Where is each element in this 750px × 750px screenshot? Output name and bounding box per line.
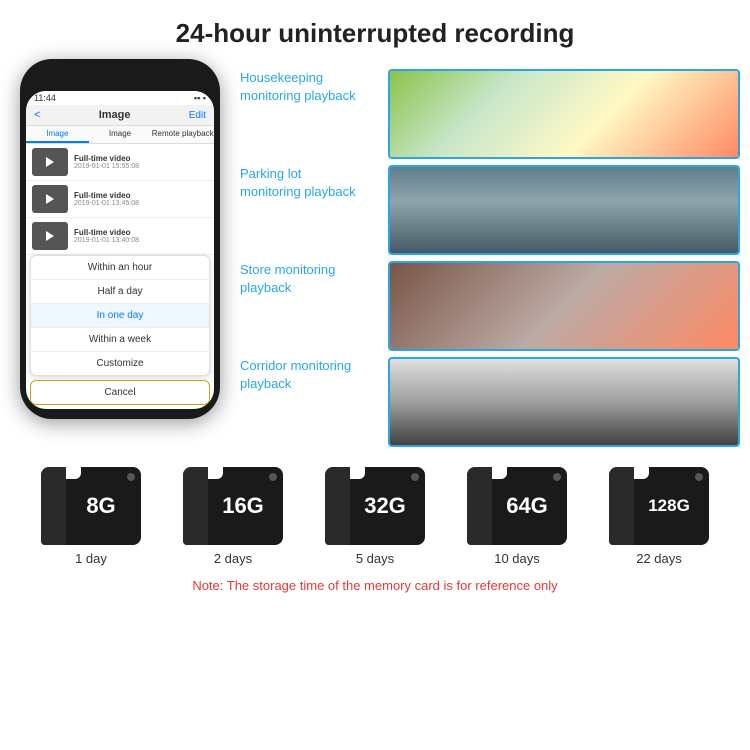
item-title-3: Full-time video: [74, 228, 208, 237]
page-header: 24-hour uninterrupted recording: [0, 0, 750, 59]
phone-dropdown: Within an hour Half a day In one day Wit…: [30, 255, 210, 376]
item-title-2: Full-time video: [74, 191, 208, 200]
dropdown-item-4[interactable]: Within a week: [31, 328, 209, 352]
sd-card-item-16g: 16G 2 days: [183, 467, 283, 566]
item-title-1: Full-time video: [74, 154, 208, 163]
phone-screen-title: Image: [99, 109, 131, 121]
monitoring-label-1: Housekeepingmonitoring playback: [240, 69, 380, 105]
sd-card-8g: 8G: [41, 467, 141, 545]
sd-notch-32g: [350, 467, 365, 479]
phone-tab-remote[interactable]: Remote playback: [151, 126, 214, 143]
sd-days-64g: 10 days: [494, 551, 540, 566]
dropdown-item-5[interactable]: Customize: [31, 352, 209, 375]
monitoring-img-3: [388, 261, 740, 351]
monitoring-label-text-4: Corridor monitoringplayback: [240, 358, 351, 391]
monitoring-img-2: [388, 165, 740, 255]
phone-list-item-1[interactable]: Full-time video 2019-01-01 15:55:08: [26, 144, 214, 181]
dropdown-item-2[interactable]: Half a day: [31, 280, 209, 304]
phone-tabs: Image Image Remote playback: [26, 126, 214, 144]
right-side: Housekeepingmonitoring playback Parking …: [240, 59, 740, 447]
monitoring-row-1: Housekeepingmonitoring playback: [240, 69, 740, 159]
sd-notch-16g: [208, 467, 223, 479]
phone-thumb-2: [32, 185, 68, 213]
sd-label-16g: 16G: [222, 493, 264, 519]
monitoring-label-3: Store monitoringplayback: [240, 261, 380, 297]
sd-cards-row: 8G 1 day 16G 2 days 32G 5 days 64G 10 da…: [20, 467, 730, 566]
sd-days-32g: 5 days: [356, 551, 394, 566]
sd-days-16g: 2 days: [214, 551, 252, 566]
item-date-2: 2019-01-01 13:45:08: [74, 200, 208, 207]
phone-list-item-2[interactable]: Full-time video 2019-01-01 13:45:08: [26, 181, 214, 218]
bottom-section: 8G 1 day 16G 2 days 32G 5 days 64G 10 da…: [0, 447, 750, 607]
monitoring-row-2: Parking lotmonitoring playback: [240, 165, 740, 255]
phone-icons: ▪▪ ▪: [194, 93, 206, 103]
phone-time: 11:44: [34, 93, 56, 103]
sd-card-item-8g: 8G 1 day: [41, 467, 141, 566]
phone-notch: [80, 69, 160, 87]
sd-card-64g: 64G: [467, 467, 567, 545]
play-icon-3: [46, 231, 54, 241]
monitoring-label-text-3: Store monitoringplayback: [240, 262, 335, 295]
sd-card-item-32g: 32G 5 days: [325, 467, 425, 566]
phone-tab-image[interactable]: Image: [26, 126, 89, 143]
dropdown-item-1[interactable]: Within an hour: [31, 256, 209, 280]
housekeeping-image: [390, 71, 738, 157]
sd-notch-8g: [66, 467, 81, 479]
phone-tab-image2[interactable]: Image: [89, 126, 152, 143]
phone-thumb-1: [32, 148, 68, 176]
item-date-3: 2019-01-01 13:40:08: [74, 237, 208, 244]
phone-thumb-3: [32, 222, 68, 250]
phone-list-item-3[interactable]: Full-time video 2019-01-01 13:40:08: [26, 218, 214, 255]
phone-screen: 11:44 ▪▪ ▪ < Image Edit Image Image Remo…: [26, 91, 214, 409]
sd-days-128g: 22 days: [636, 551, 682, 566]
sd-days-8g: 1 day: [75, 551, 107, 566]
page-title: 24-hour uninterrupted recording: [20, 18, 730, 49]
monitoring-img-4: [388, 357, 740, 447]
sd-notch-128g: [634, 467, 649, 479]
phone-list-info-2: Full-time video 2019-01-01 13:45:08: [74, 191, 208, 207]
sd-card-item-128g: 128G 22 days: [609, 467, 709, 566]
monitoring-label-4: Corridor monitoringplayback: [240, 357, 380, 393]
phone-mockup: 11:44 ▪▪ ▪ < Image Edit Image Image Remo…: [20, 59, 220, 419]
sd-label-128g: 128G: [648, 496, 690, 516]
corridor-image: [390, 359, 738, 445]
monitoring-label-text-1: Housekeepingmonitoring playback: [240, 70, 356, 103]
dropdown-item-3[interactable]: In one day: [31, 304, 209, 328]
monitoring-label-2: Parking lotmonitoring playback: [240, 165, 380, 201]
sd-label-32g: 32G: [364, 493, 406, 519]
play-icon-1: [46, 157, 54, 167]
phone-edit-button[interactable]: Edit: [189, 110, 206, 121]
phone-back-button[interactable]: <: [34, 109, 40, 121]
phone-list-info-1: Full-time video 2019-01-01 15:55:08: [74, 154, 208, 170]
phone-container: 11:44 ▪▪ ▪ < Image Edit Image Image Remo…: [10, 59, 230, 419]
phone-status-bar: 11:44 ▪▪ ▪: [26, 91, 214, 105]
sd-card-16g: 16G: [183, 467, 283, 545]
phone-nav-bar: < Image Edit: [26, 105, 214, 126]
sd-card-32g: 32G: [325, 467, 425, 545]
parking-image: [390, 167, 738, 253]
sd-card-item-64g: 64G 10 days: [467, 467, 567, 566]
phone-cancel-button[interactable]: Cancel: [30, 380, 210, 405]
main-content: 11:44 ▪▪ ▪ < Image Edit Image Image Remo…: [0, 59, 750, 447]
monitoring-row-4: Corridor monitoringplayback: [240, 357, 740, 447]
phone-list-info-3: Full-time video 2019-01-01 13:40:08: [74, 228, 208, 244]
monitoring-row-3: Store monitoringplayback: [240, 261, 740, 351]
item-date-1: 2019-01-01 15:55:08: [74, 163, 208, 170]
monitoring-label-text-2: Parking lotmonitoring playback: [240, 166, 356, 199]
sd-label-64g: 64G: [506, 493, 548, 519]
store-image: [390, 263, 738, 349]
sd-card-128g: 128G: [609, 467, 709, 545]
sd-label-8g: 8G: [86, 493, 115, 519]
storage-note: Note: The storage time of the memory car…: [20, 574, 730, 597]
monitoring-img-1: [388, 69, 740, 159]
play-icon-2: [46, 194, 54, 204]
sd-notch-64g: [492, 467, 507, 479]
